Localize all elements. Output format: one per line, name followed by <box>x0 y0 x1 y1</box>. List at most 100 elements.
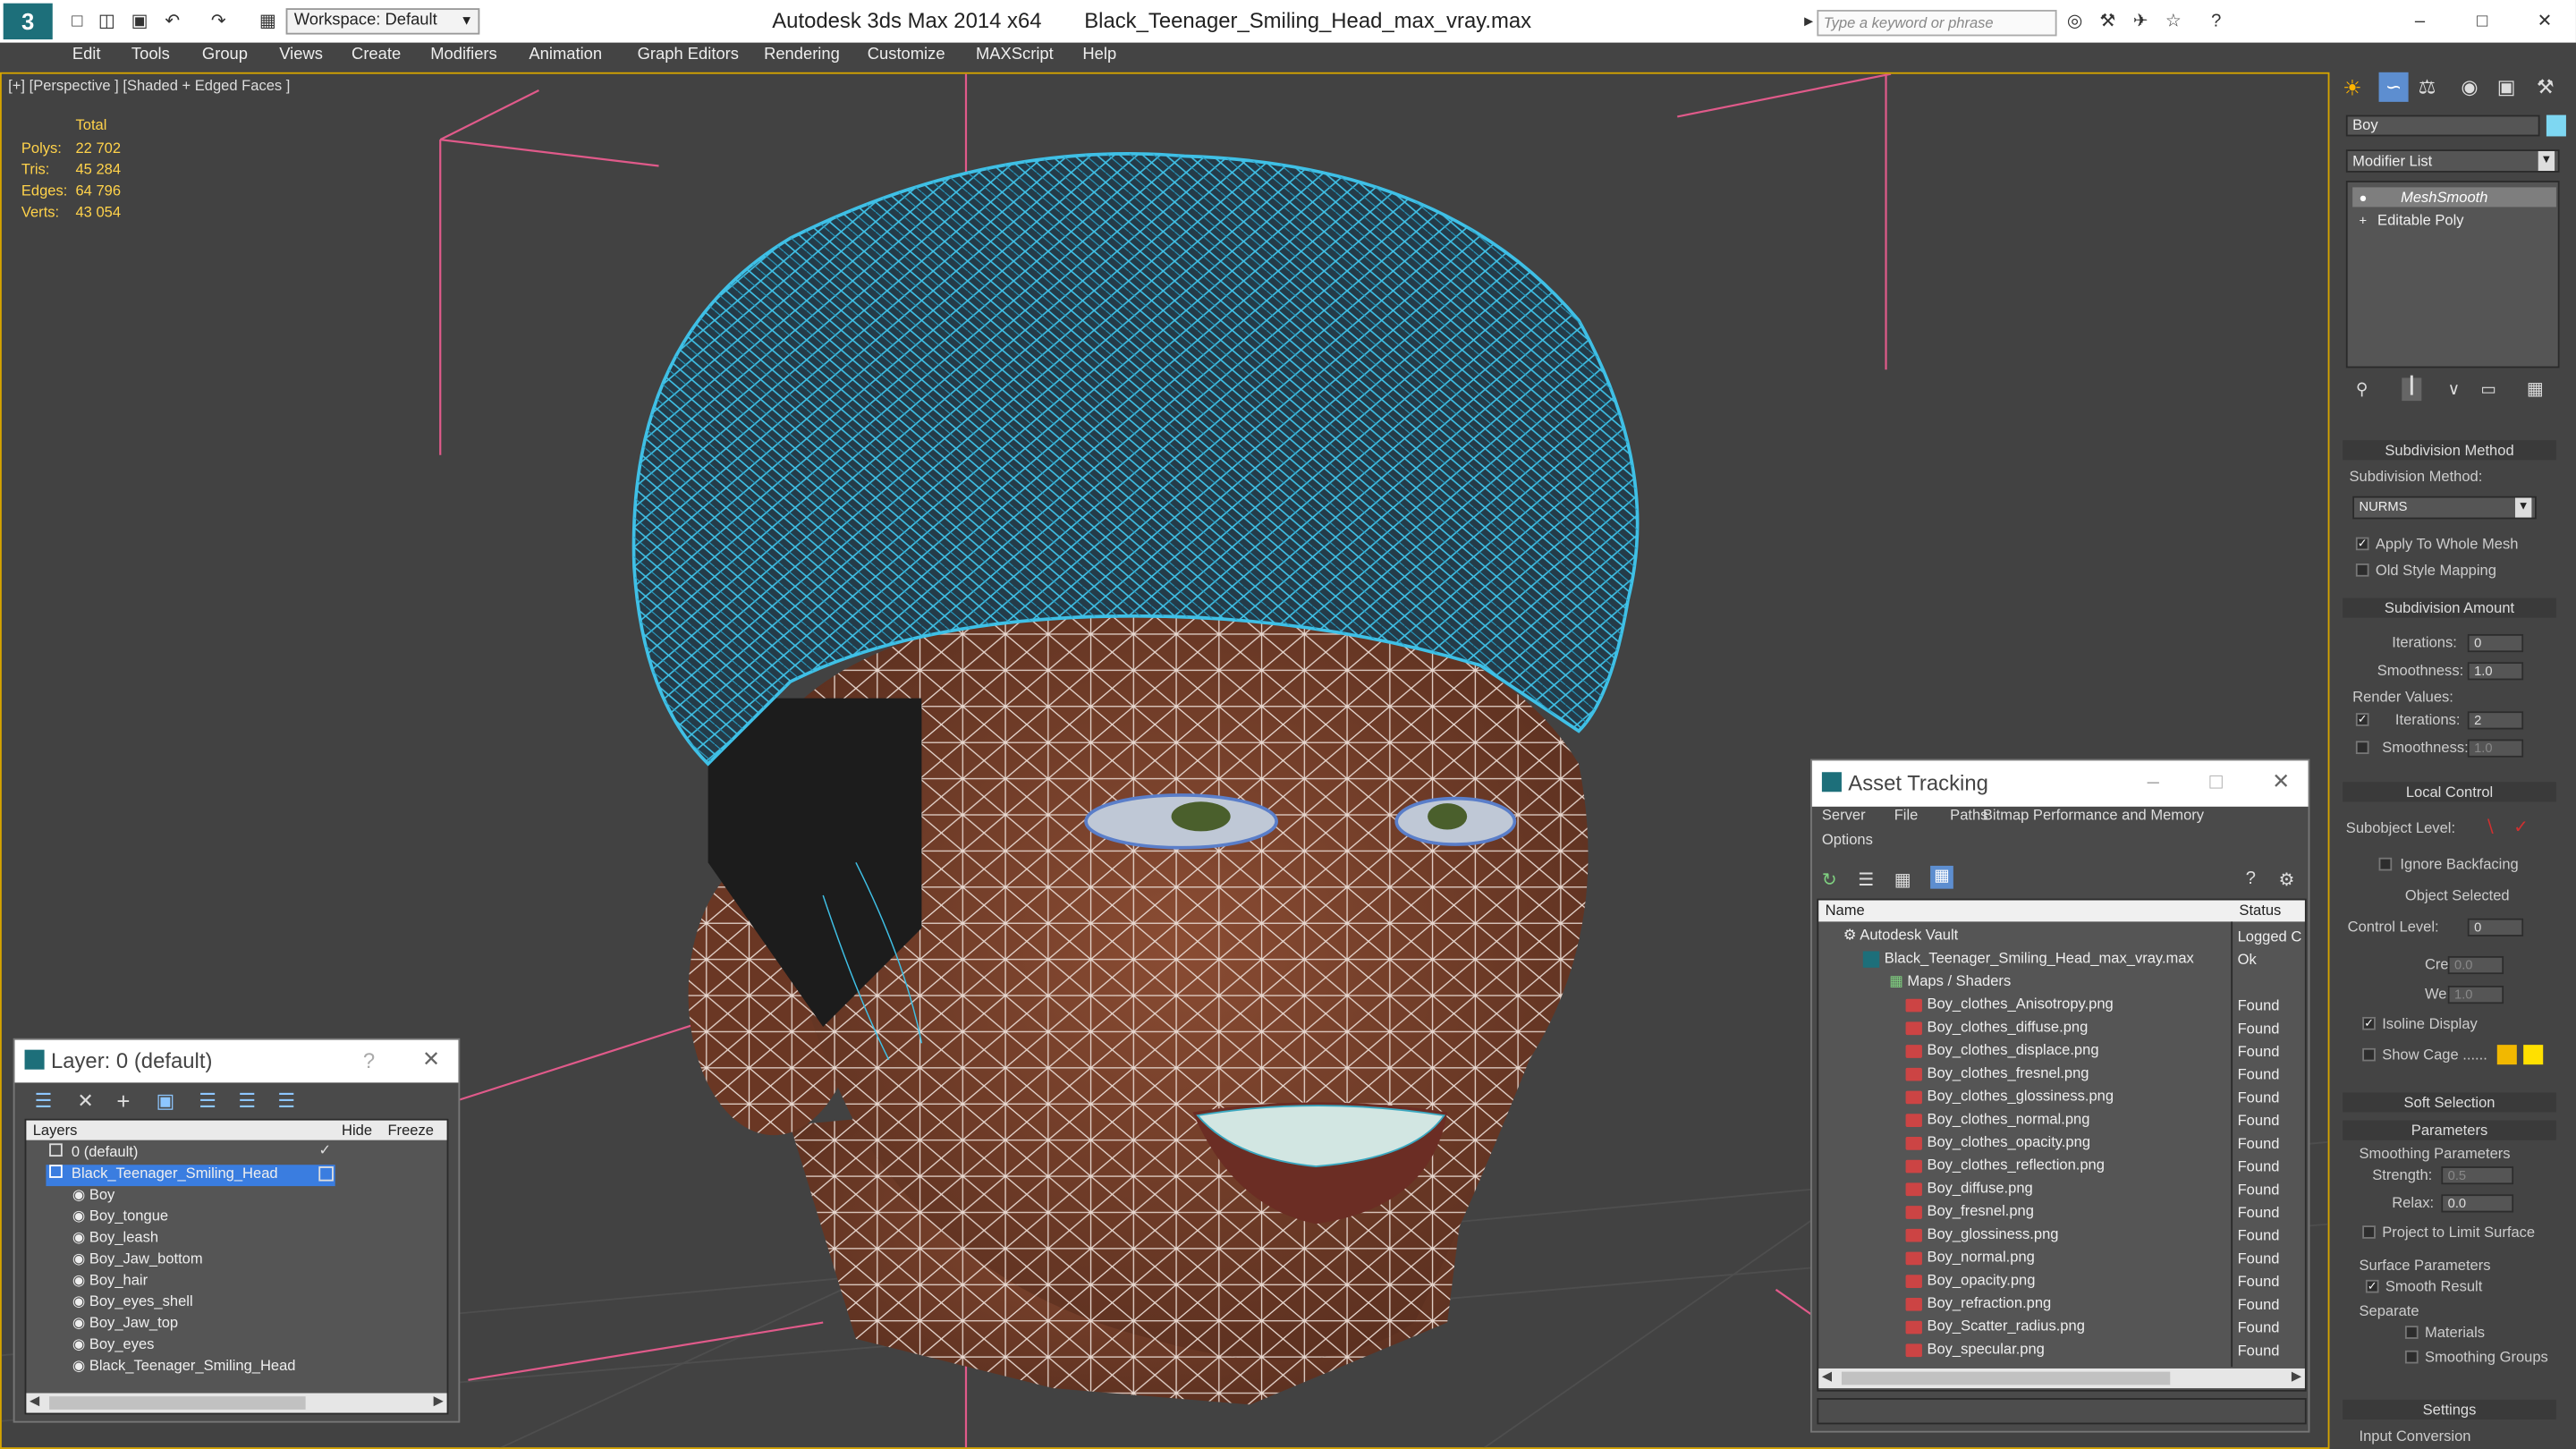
table-row[interactable]: Boy_clothes_reflection.png <box>1905 1157 2105 1178</box>
hide-all-layers-icon[interactable]: ☰ <box>238 1089 256 1113</box>
redo-icon[interactable]: ↷ <box>207 10 230 33</box>
smoothness-spinner[interactable]: 1.0 <box>2467 662 2524 681</box>
edge-level-icon[interactable]: ✓ <box>2513 817 2529 838</box>
scroll-left-icon[interactable]: ◀ <box>1822 1368 1832 1384</box>
vertex-level-icon[interactable]: ∖ <box>2484 817 2496 838</box>
menu-bitmap-performance[interactable]: Bitmap Performance and Memory <box>1983 807 2204 823</box>
menu-help[interactable]: Help <box>1082 46 1116 64</box>
select-in-layer-icon[interactable]: ▣ <box>156 1089 174 1113</box>
search-input[interactable]: Type a keyword or phrase <box>1817 10 2057 37</box>
col-hide[interactable]: Hide <box>342 1122 372 1138</box>
menu-options[interactable]: Options <box>1822 831 1873 847</box>
menu-create[interactable]: Create <box>352 46 401 64</box>
rollout-settings[interactable]: Settings <box>2343 1399 2556 1419</box>
motion-tab-icon[interactable]: ◉ <box>2461 75 2478 98</box>
layer-horizontal-scrollbar[interactable]: ◀ ▶ <box>26 1393 447 1413</box>
project-folder-icon[interactable]: ▦ <box>257 10 280 33</box>
menu-maxscript[interactable]: MAXScript <box>976 46 1054 64</box>
list-item[interactable]: ◉ Boy_eyes_shell <box>72 1292 193 1314</box>
viewport-label[interactable]: [+] [Perspective ] [Shaded + Edged Faces… <box>8 77 290 93</box>
modify-tab-icon[interactable]: ∽ <box>2378 72 2409 102</box>
table-row[interactable]: Boy_fresnel.png <box>1905 1202 2034 1224</box>
freeze-all-layers-icon[interactable]: ☰ <box>277 1089 295 1113</box>
communication-icon[interactable]: ✈ <box>2129 10 2152 33</box>
hierarchy-tab-icon[interactable]: ⚖ <box>2419 75 2436 98</box>
old-style-mapping-checkbox[interactable] <box>2355 563 2369 577</box>
table-row[interactable]: Boy_clothes_opacity.png <box>1905 1133 2090 1155</box>
rollout-subdivision-method[interactable]: Subdivision Method <box>2343 440 2556 461</box>
project-limit-checkbox[interactable] <box>2362 1225 2376 1239</box>
menu-group[interactable]: Group <box>202 46 248 64</box>
current-layer-box-icon[interactable] <box>318 1166 334 1182</box>
render-iterations-checkbox[interactable]: ✓ <box>2355 713 2369 726</box>
help-icon[interactable]: ? <box>363 1048 375 1073</box>
save-file-icon[interactable]: ▣ <box>128 10 151 33</box>
table-row[interactable]: Boy_clothes_diffuse.png <box>1905 1019 2088 1040</box>
object-color-swatch[interactable] <box>2546 114 2566 137</box>
table-row[interactable]: Boy_diffuse.png <box>1905 1180 2033 1201</box>
col-freeze[interactable]: Freeze <box>387 1122 433 1138</box>
menu-graph-editors[interactable]: Graph Editors <box>638 46 739 64</box>
close-icon[interactable]: ✕ <box>422 1046 440 1072</box>
list-item[interactable]: ◉ Boy_Jaw_top <box>72 1314 178 1335</box>
menu-modifiers[interactable]: Modifiers <box>430 46 497 64</box>
subdivision-method-dropdown[interactable]: NURMS ▼ <box>2352 496 2537 520</box>
list-item[interactable]: ◉ Boy_leash <box>72 1229 158 1250</box>
scroll-left-icon[interactable]: ◀ <box>30 1394 39 1409</box>
new-file-icon[interactable]: □ <box>65 10 89 33</box>
cage-color-swatch-2[interactable] <box>2523 1045 2544 1065</box>
control-level-spinner[interactable]: 0 <box>2467 918 2524 936</box>
list-item[interactable]: ◉ Boy_eyes <box>72 1335 155 1357</box>
favorites-star-icon[interactable]: ☆ <box>2162 10 2185 33</box>
list-item[interactable]: ◉ Boy_tongue <box>72 1208 168 1229</box>
help-icon[interactable]: ? <box>2205 10 2228 33</box>
list-item[interactable]: ◉ Boy_Jaw_bottom <box>72 1250 203 1272</box>
scroll-thumb[interactable] <box>1841 1371 2171 1385</box>
active-layer-check-icon[interactable]: ✓ <box>318 1142 331 1160</box>
tree-view-icon[interactable]: ▦ <box>1894 869 1911 890</box>
delete-layer-icon[interactable]: ✕ <box>77 1089 93 1113</box>
rollout-local-control[interactable]: Local Control <box>2343 782 2556 802</box>
isoline-display-checkbox[interactable]: ✓ <box>2362 1016 2376 1030</box>
table-row[interactable]: Boy_clothes_displace.png <box>1905 1041 2099 1063</box>
col-name[interactable]: Name <box>1826 902 1865 918</box>
menu-file[interactable]: File <box>1894 807 1919 823</box>
layer-row-default[interactable]: 0 (default) <box>49 1143 138 1165</box>
menu-customize[interactable]: Customize <box>868 46 945 64</box>
rollout-subdivision-amount[interactable]: Subdivision Amount <box>2343 597 2556 618</box>
render-smoothness-checkbox[interactable] <box>2355 741 2369 755</box>
relax-spinner[interactable]: 0.0 <box>2441 1194 2514 1213</box>
col-layers[interactable]: Layers <box>33 1122 78 1138</box>
col-status[interactable]: Status <box>2239 902 2281 918</box>
maximize-icon[interactable]: □ <box>2209 769 2222 794</box>
open-file-icon[interactable]: ◫ <box>96 10 119 33</box>
table-row[interactable]: Boy_normal.png <box>1905 1249 2035 1270</box>
scroll-thumb[interactable] <box>49 1396 306 1410</box>
smoothing-groups-checkbox[interactable] <box>2404 1350 2419 1364</box>
list-view-icon[interactable]: ☰ <box>1858 869 1874 890</box>
menu-views[interactable]: Views <box>279 46 323 64</box>
table-row[interactable]: Boy_clothes_normal.png <box>1905 1111 2089 1132</box>
highlight-layer-icon[interactable]: ☰ <box>199 1089 216 1113</box>
asset-window-titlebar[interactable]: Asset Tracking – □ ✕ <box>1811 760 2309 807</box>
undo-icon[interactable]: ↶ <box>161 10 184 33</box>
table-row[interactable]: Boy_glossiness.png <box>1905 1225 2058 1247</box>
layer-window-titlebar[interactable]: Layer: 0 (default) ? ✕ <box>14 1039 459 1083</box>
rollout-soft-selection[interactable]: Soft Selection <box>2343 1092 2556 1113</box>
minimize-icon[interactable]: – <box>2409 10 2432 33</box>
workspace-dropdown[interactable]: Workspace: Default ▼ <box>285 8 480 35</box>
table-row[interactable]: Boy_specular.png <box>1905 1341 2045 1362</box>
rollout-parameters[interactable]: Parameters <box>2343 1120 2556 1140</box>
scroll-right-icon[interactable]: ▶ <box>2292 1368 2301 1384</box>
table-row[interactable]: Boy_Scatter_radius.png <box>1905 1318 2085 1339</box>
minimize-icon[interactable]: – <box>2148 769 2159 794</box>
stack-item-meshsmooth[interactable]: ● MeshSmooth <box>2352 187 2556 208</box>
create-layer-icon[interactable]: ☰ <box>35 1089 53 1113</box>
menu-tools[interactable]: Tools <box>131 46 170 64</box>
apply-whole-mesh-checkbox[interactable]: ✓ <box>2355 537 2369 551</box>
table-row[interactable]: Boy_clothes_glossiness.png <box>1905 1088 2114 1109</box>
smooth-result-checkbox[interactable]: ✓ <box>2365 1279 2379 1293</box>
expand-plus-icon[interactable]: + <box>2360 214 2368 229</box>
render-smoothness-spinner[interactable]: 1.0 <box>2467 739 2524 758</box>
list-item[interactable]: ◉ Boy_hair <box>72 1272 148 1293</box>
